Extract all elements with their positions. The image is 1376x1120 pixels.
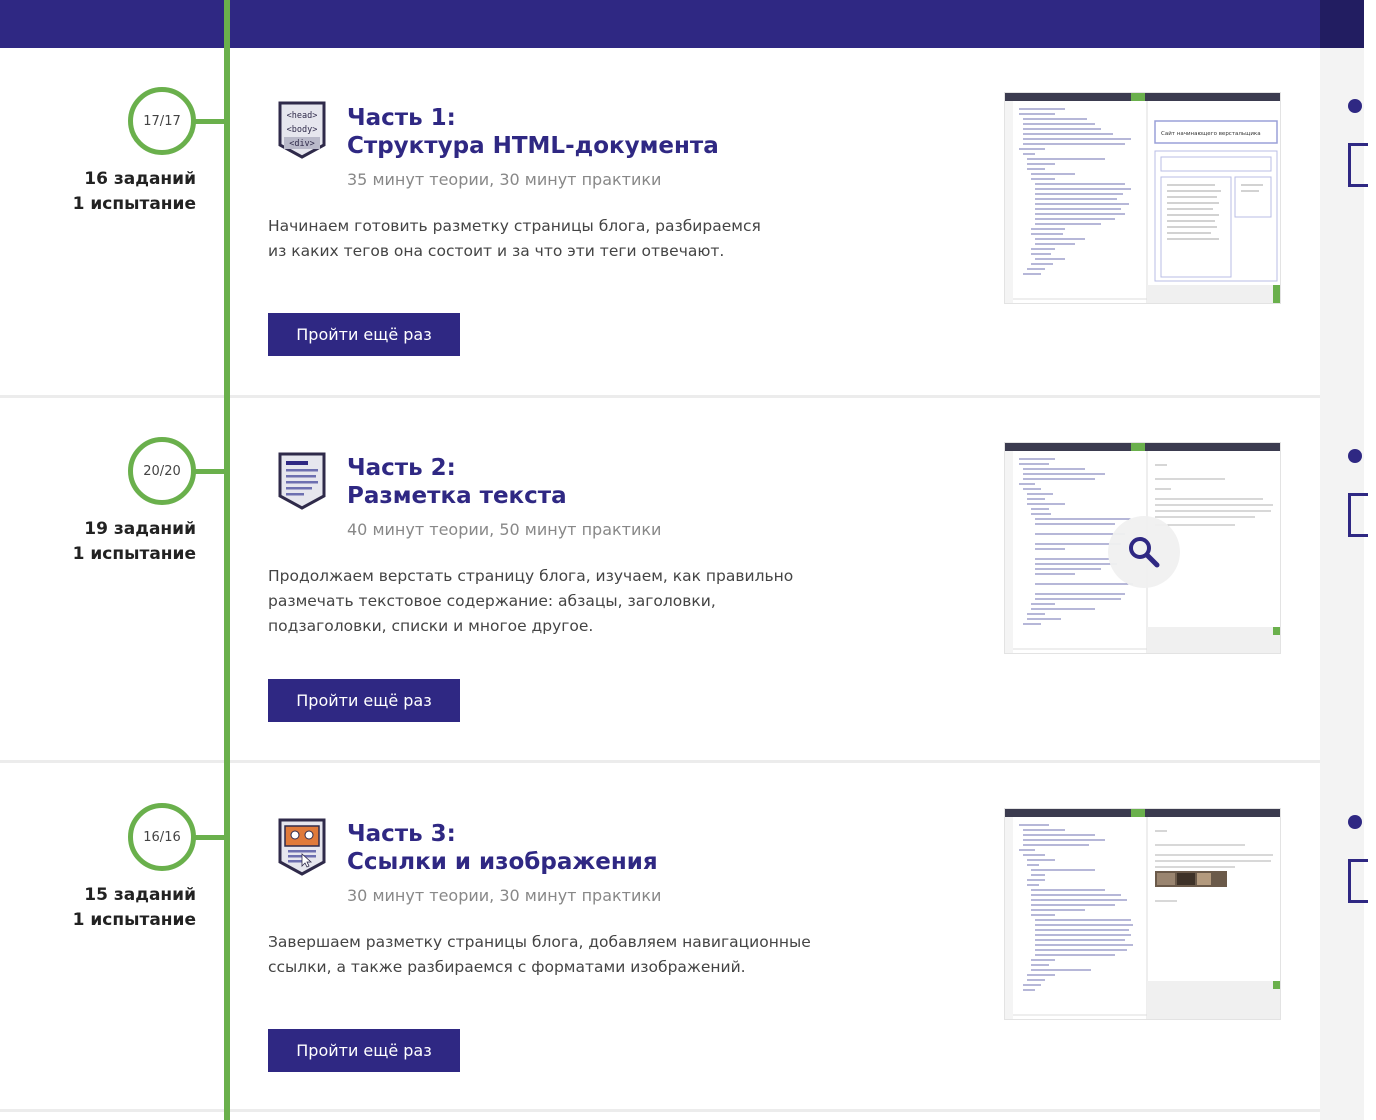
preview-site-title: Сайт начинающего верстальщика <box>1161 130 1261 137</box>
part-description: Завершаем разметку страницы блога, добав… <box>268 930 828 980</box>
side-bullet <box>1348 449 1362 463</box>
description-line: Продолжаем верстать страницу блога, изуч… <box>268 567 794 585</box>
html-tags-icon: <head> <body> <div> <box>278 101 326 159</box>
tests-count: 1 испытание <box>72 544 196 564</box>
icon-tag-head: <head> <box>287 111 318 121</box>
magnifier-icon <box>1129 537 1160 568</box>
part-stats: 15 заданий 1 испытание <box>0 883 196 933</box>
part-stats: 16 заданий 1 испытание <box>0 167 196 217</box>
side-bullet <box>1348 815 1362 829</box>
part-title-number: Часть 3: <box>347 821 456 847</box>
description-line: подзаголовки, списки и многое другое. <box>268 617 594 635</box>
tests-count: 1 испытание <box>72 910 196 930</box>
timeline-connector <box>194 469 226 474</box>
part-duration: 30 минут теории, 30 минут практики <box>347 886 662 905</box>
description-line: из каких тегов она состоит и за что эти … <box>268 242 725 260</box>
part-title-name: Ссылки и изображения <box>347 849 658 875</box>
side-card-edge[interactable] <box>1348 493 1368 537</box>
part-title-name: Разметка текста <box>347 483 567 509</box>
right-side-panel <box>1320 48 1364 1120</box>
progress-counter-text: 20/20 <box>143 463 181 479</box>
progress-counter: 17/17 <box>128 87 196 155</box>
top-bar-right <box>1320 0 1364 48</box>
tasks-count: 19 заданий <box>84 519 196 539</box>
tasks-count: 16 заданий <box>84 169 196 189</box>
tasks-count: 15 заданий <box>84 885 196 905</box>
section-divider <box>0 760 1320 763</box>
retry-button[interactable]: Пройти ещё раз <box>268 679 460 722</box>
text-document-icon <box>278 452 326 510</box>
lesson-preview-screenshot[interactable] <box>1004 808 1281 1020</box>
icon-tag-div: <div> <box>289 139 315 149</box>
side-bullet <box>1348 99 1362 113</box>
progress-counter: 16/16 <box>128 803 196 871</box>
progress-counter-text: 16/16 <box>143 829 181 845</box>
description-line: размечать текстовое содержание: абзацы, … <box>268 592 716 610</box>
part-duration: 40 минут теории, 50 минут практики <box>347 520 662 539</box>
part-title[interactable]: Часть 1: Структура HTML-документа <box>347 104 719 160</box>
side-card-edge[interactable] <box>1348 859 1368 903</box>
timeline-connector <box>194 835 226 840</box>
tests-count: 1 испытание <box>72 194 196 214</box>
progress-counter: 20/20 <box>128 437 196 505</box>
side-card-edge[interactable] <box>1348 143 1368 187</box>
part-title-number: Часть 1: <box>347 105 456 131</box>
image-document-icon <box>278 818 326 876</box>
description-line: Завершаем разметку страницы блога, добав… <box>268 933 811 951</box>
progress-counter-text: 17/17 <box>143 113 181 129</box>
top-bar <box>0 0 1320 48</box>
retry-button[interactable]: Пройти ещё раз <box>268 1029 460 1072</box>
icon-tag-body: <body> <box>287 125 318 135</box>
zoom-button[interactable] <box>1108 516 1180 588</box>
description-line: ссылки, а также разбираемся с форматами … <box>268 958 746 976</box>
part-description: Начинаем готовить разметку страницы блог… <box>268 214 828 264</box>
part-title-name: Структура HTML-документа <box>347 133 719 159</box>
description-line: Начинаем готовить разметку страницы блог… <box>268 217 761 235</box>
timeline-connector <box>194 119 226 124</box>
section-divider <box>0 395 1320 398</box>
part-title[interactable]: Часть 2: Разметка текста <box>347 454 567 510</box>
section-divider <box>0 1109 1320 1112</box>
retry-button[interactable]: Пройти ещё раз <box>268 313 460 356</box>
part-description: Продолжаем верстать страницу блога, изуч… <box>268 564 828 639</box>
part-title-number: Часть 2: <box>347 455 456 481</box>
part-duration: 35 минут теории, 30 минут практики <box>347 170 662 189</box>
timeline-line <box>224 0 230 1120</box>
part-stats: 19 заданий 1 испытание <box>0 517 196 567</box>
part-title[interactable]: Часть 3: Ссылки и изображения <box>347 820 658 876</box>
lesson-preview-screenshot[interactable]: Сайт начинающего верстальщика <box>1004 92 1281 304</box>
